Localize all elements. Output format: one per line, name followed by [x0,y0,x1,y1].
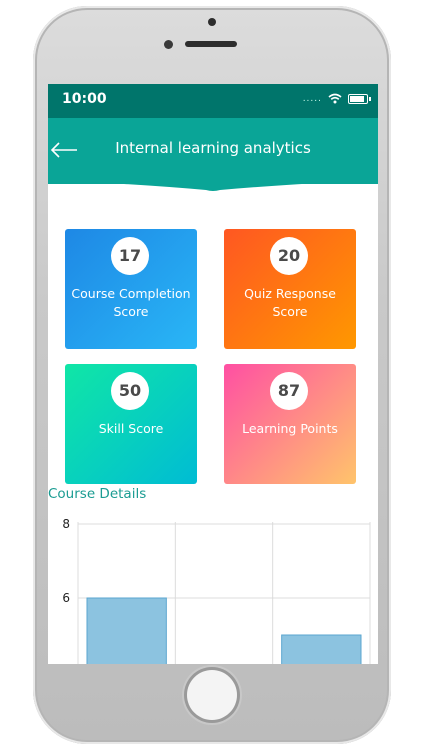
chart-bar [86,597,167,664]
learning-points-value: 87 [270,372,308,410]
course-completion-card[interactable]: 17 Course Completion Score [65,229,197,349]
status-time: 10:00 [62,91,107,107]
quiz-response-card[interactable]: 20 Quiz Response Score [224,229,356,349]
skill-score-card[interactable]: 50 Skill Score [65,364,197,484]
course-completion-value: 17 [111,237,149,275]
quiz-response-value: 20 [270,237,308,275]
earpiece-speaker [185,41,237,47]
section-title: Course Details [48,486,147,502]
app-screen: 10:00 ..... Internal learning analytics … [48,84,378,664]
y-tick-label: 6 [62,591,70,605]
learning-points-card[interactable]: 87 Learning Points [224,364,356,484]
header-divider [48,180,378,191]
battery-icon [348,93,371,104]
page-title: Internal learning analytics [115,139,311,157]
skill-score-label: Skill Score [98,421,164,436]
skill-score-value: 50 [111,372,149,410]
status-icons: ..... [302,93,371,104]
y-tick-label: 8 [62,517,70,531]
course-details-chart: 864 [62,517,371,664]
course-completion-label: Course Completion Score [71,286,191,319]
chart-bar [281,634,362,664]
quiz-response-label: Quiz Response Score [244,286,336,319]
status-bar: 10:00 ..... [48,84,378,118]
camera-dot [208,18,216,26]
home-button[interactable] [187,670,237,720]
signal-dots: ..... [302,93,322,104]
learning-points-label: Learning Points [242,421,338,436]
wifi-icon [328,93,342,104]
front-camera [164,40,173,49]
